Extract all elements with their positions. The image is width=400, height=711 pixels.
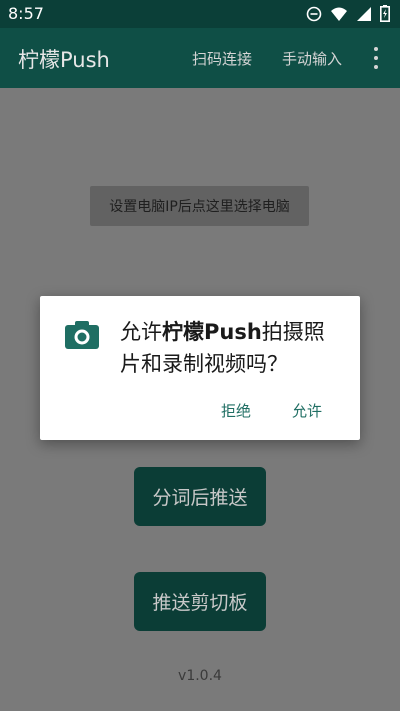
segment-push-button[interactable]: 分词后推送 xyxy=(134,467,266,526)
more-vert-icon[interactable] xyxy=(368,47,384,69)
permission-dialog: 允许柠檬Push拍摄照片和录制视频吗？ 拒绝 允许 xyxy=(40,296,360,440)
camera-icon xyxy=(65,321,99,349)
signal-icon xyxy=(357,6,371,21)
allow-button[interactable]: 允许 xyxy=(292,400,322,421)
app-bar: 柠檬Push 扫码连接 手动输入 xyxy=(0,28,400,88)
manual-input-button[interactable]: 手动输入 xyxy=(282,48,342,69)
wifi-icon xyxy=(331,7,347,21)
status-bar: 8:57 xyxy=(0,0,400,28)
dialog-message-prefix: 允许 xyxy=(120,320,162,344)
status-time: 8:57 xyxy=(8,4,44,23)
app-title: 柠檬Push xyxy=(18,48,110,72)
scan-connect-button[interactable]: 扫码连接 xyxy=(192,48,252,69)
battery-charging-icon xyxy=(380,5,390,22)
dialog-message: 允许柠檬Push拍摄照片和录制视频吗？ xyxy=(120,316,342,380)
select-computer-button[interactable]: 设置电脑IP后点这里选择电脑 xyxy=(90,186,309,226)
version-label: v1.0.4 xyxy=(178,668,222,684)
push-clipboard-button[interactable]: 推送剪切板 xyxy=(134,572,266,631)
deny-button[interactable]: 拒绝 xyxy=(221,400,251,421)
do-not-disturb-icon xyxy=(306,6,322,21)
status-icons xyxy=(306,5,390,22)
dialog-message-app: 柠檬Push xyxy=(162,320,262,344)
